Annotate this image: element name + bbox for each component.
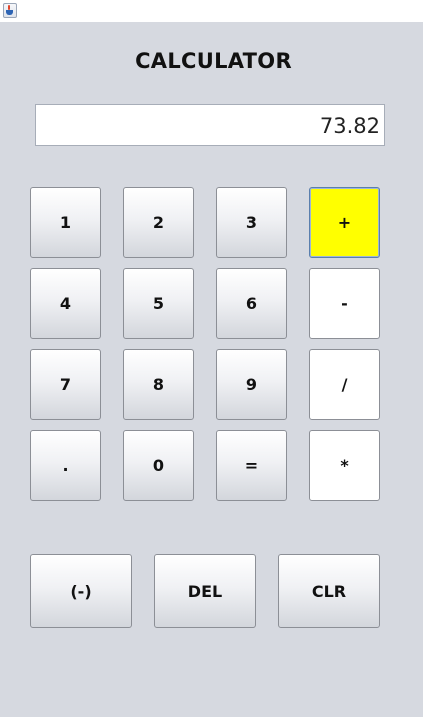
multiply-button[interactable]: * <box>309 430 380 501</box>
digit-3-button[interactable]: 3 <box>216 187 287 258</box>
digit-5-button[interactable]: 5 <box>123 268 194 339</box>
decimal-button[interactable]: . <box>30 430 101 501</box>
negate-button[interactable]: (-) <box>30 554 132 628</box>
digit-4-button[interactable]: 4 <box>30 268 101 339</box>
digit-1-button[interactable]: 1 <box>30 187 101 258</box>
digit-9-button[interactable]: 9 <box>216 349 287 420</box>
digit-8-button[interactable]: 8 <box>123 349 194 420</box>
clear-button[interactable]: CLR <box>278 554 380 628</box>
calculator-display: 73.82 <box>35 104 385 146</box>
minus-button[interactable]: - <box>309 268 380 339</box>
equals-button[interactable]: = <box>216 430 287 501</box>
digit-2-button[interactable]: 2 <box>123 187 194 258</box>
digit-0-button[interactable]: 0 <box>123 430 194 501</box>
java-cup-icon[interactable] <box>3 3 17 18</box>
digit-7-button[interactable]: 7 <box>30 349 101 420</box>
app-title: CALCULATOR <box>135 49 292 73</box>
plus-button[interactable]: + <box>309 187 380 258</box>
delete-button[interactable]: DEL <box>154 554 256 628</box>
digit-6-button[interactable]: 6 <box>216 268 287 339</box>
divide-button[interactable]: / <box>309 349 380 420</box>
window-titlebar <box>0 0 423 22</box>
